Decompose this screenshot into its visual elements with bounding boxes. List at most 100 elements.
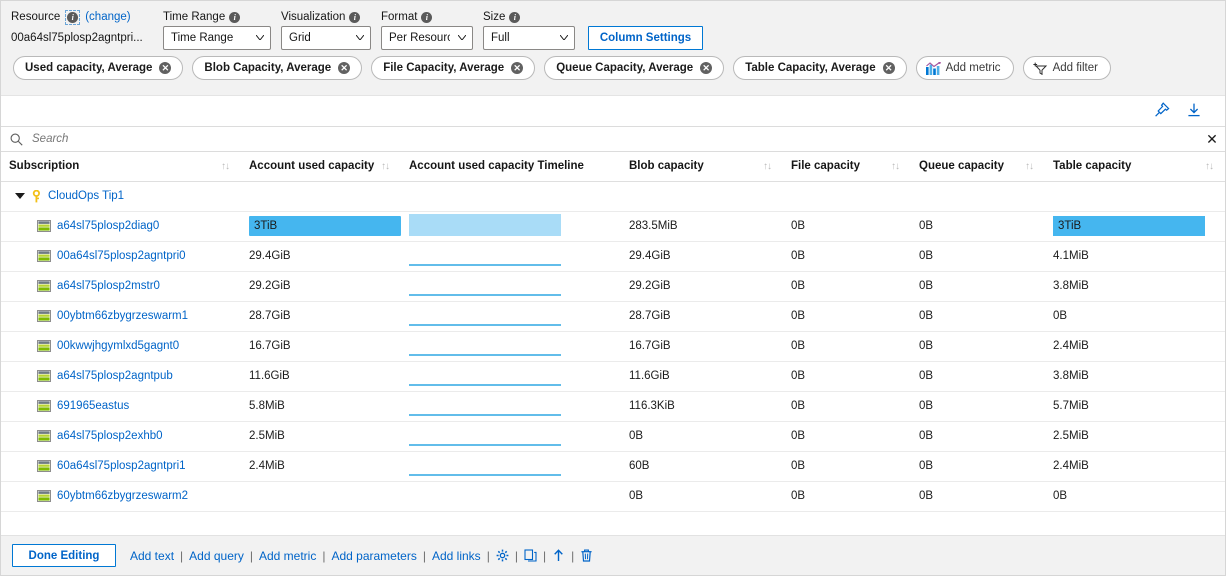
move-up-icon[interactable] — [552, 549, 565, 562]
add-metric-link[interactable]: Add metric — [259, 549, 316, 563]
param-resource-title: Resource — [11, 11, 61, 23]
param-visualization-title: Visualization — [281, 11, 346, 23]
info-icon[interactable]: i — [509, 12, 521, 23]
cell-account-name: 00ybtm66zbygrzeswarm1 — [1, 301, 241, 332]
column-header-table-capacity[interactable]: Table capacity ↑↓ — [1045, 152, 1225, 182]
format-select[interactable]: Per Resource — [381, 26, 473, 50]
download-icon[interactable] — [1185, 101, 1207, 123]
size-select[interactable]: Full — [483, 26, 575, 50]
table-capacity-value: 4.1MiB — [1053, 250, 1089, 262]
copy-icon[interactable] — [524, 549, 537, 562]
account-link[interactable]: 00kwwjhgymlxd5gagnt0 — [57, 340, 179, 352]
table-row[interactable]: a64sl75plosp2mstr0 29.2GiB 29.2GiB 0B 0B 3.8M… — [1, 271, 1225, 302]
column-settings-button[interactable]: Column Settings — [588, 26, 703, 50]
add-parameters-link[interactable]: Add parameters — [331, 549, 416, 563]
cell-file-capacity: 0B — [783, 271, 911, 302]
timeline-sparkline — [409, 264, 561, 266]
table-row[interactable]: 60a64sl75plosp2agntpri1 2.4MiB 60B 0B 0B 2.4M… — [1, 451, 1225, 482]
trash-icon[interactable] — [580, 549, 593, 562]
table-row[interactable]: 691965eastus 5.8MiB 116.3KiB 0B 0B 5.7MiB — [1, 391, 1225, 422]
column-header-account-used-capacity[interactable]: Account used capacity ↑↓ — [241, 152, 401, 182]
close-icon[interactable]: ✕ — [159, 62, 172, 74]
search-clear-button[interactable]: ✕ — [1199, 131, 1225, 148]
sort-icon[interactable]: ↑↓ — [891, 161, 900, 172]
column-header-blob-capacity[interactable]: Blob capacity ↑↓ — [621, 152, 783, 182]
cell-file-capacity: 0B — [783, 391, 911, 422]
account-link[interactable]: 00ybtm66zbygrzeswarm1 — [57, 310, 188, 322]
table-row[interactable]: a64sl75plosp2diag0 3TiB 283.5MiB 0B 0B 3TiB — [1, 211, 1225, 242]
add-links-link[interactable]: Add links — [432, 549, 481, 563]
param-resource-value[interactable]: 00a64sl75plosp2agntpri... — [11, 26, 151, 50]
group-row-cloudops-tip1[interactable]: CloudOps Tip1 — [1, 181, 1225, 212]
column-header-queue-capacity[interactable]: Queue capacity ↑↓ — [911, 152, 1045, 182]
account-link[interactable]: 691965eastus — [57, 400, 129, 412]
info-icon[interactable]: i — [229, 12, 241, 23]
table-row[interactable]: 00kwwjhgymlxd5gagnt0 16.7GiB 16.7GiB 0B 0B 2.… — [1, 331, 1225, 362]
account-link[interactable]: a64sl75plosp2diag0 — [57, 220, 159, 232]
workbook-panel: Resource i (change) 00a64sl75plosp2agntp… — [0, 0, 1226, 576]
sort-icon[interactable]: ↑↓ — [1025, 161, 1034, 172]
param-size: Size i Full — [483, 9, 575, 50]
sort-icon[interactable]: ↑↓ — [221, 161, 230, 172]
pill-label: File Capacity, Average — [383, 62, 505, 74]
sort-icon[interactable]: ↑↓ — [381, 161, 390, 172]
column-header-account-used-capacity-timeline[interactable]: Account used capacity Timeline — [401, 152, 621, 182]
add-text-link[interactable]: Add text — [130, 549, 174, 563]
file-capacity-value: 0B — [791, 430, 806, 442]
account-link[interactable]: a64sl75plosp2agntpub — [57, 370, 173, 382]
used-capacity-value: 3TiB — [254, 220, 278, 232]
pill-blob-capacity[interactable]: Blob Capacity, Average ✕ — [192, 56, 363, 80]
cell-blob-capacity: 11.6GiB — [621, 361, 783, 392]
resource-change-link[interactable]: (change) — [85, 9, 130, 26]
table-row[interactable]: a64sl75plosp2exhb0 2.5MiB 0B 0B 0B 2.5MiB — [1, 421, 1225, 452]
table-row[interactable]: 00a64sl75plosp2agntpri0 29.4GiB 29.4GiB 0B 0… — [1, 241, 1225, 272]
time-range-select[interactable]: Time Range — [163, 26, 271, 50]
add-query-link[interactable]: Add query — [189, 549, 244, 563]
add-metric-button[interactable]: Add metric — [915, 56, 1014, 80]
timeline-sparkline — [409, 414, 561, 416]
table-row[interactable]: 00ybtm66zbygrzeswarm1 28.7GiB 28.7GiB 0B 0B 0… — [1, 301, 1225, 332]
info-icon[interactable]: i — [421, 12, 433, 23]
table-row[interactable]: a64sl75plosp2agntpub 11.6GiB 11.6GiB 0B 0B 3.… — [1, 361, 1225, 392]
close-icon[interactable]: ✕ — [511, 62, 524, 74]
cell-account-used-capacity-timeline — [401, 481, 621, 512]
account-link[interactable]: a64sl75plosp2exhb0 — [57, 430, 163, 442]
column-label: Table capacity — [1053, 160, 1132, 173]
timeline-wrap — [409, 483, 621, 509]
account-link[interactable]: a64sl75plosp2mstr0 — [57, 280, 160, 292]
search-input[interactable] — [30, 132, 1199, 146]
account-link[interactable]: 00a64sl75plosp2agntpri0 — [57, 250, 186, 262]
blob-capacity-value: 29.2GiB — [629, 280, 671, 292]
cell-account-used-capacity: 16.7GiB — [241, 331, 401, 362]
queue-capacity-value: 0B — [919, 370, 934, 382]
close-icon[interactable]: ✕ — [882, 62, 895, 74]
pill-queue-capacity[interactable]: Queue Capacity, Average ✕ — [544, 56, 725, 80]
add-filter-button[interactable]: Add filter — [1022, 56, 1111, 80]
close-icon[interactable]: ✕ — [338, 62, 351, 74]
gear-icon[interactable] — [496, 549, 509, 562]
storage-account-icon — [37, 310, 51, 322]
pill-table-capacity[interactable]: Table Capacity, Average ✕ — [733, 56, 907, 80]
info-icon[interactable]: i — [67, 12, 79, 23]
param-format-title: Format — [381, 11, 418, 23]
account-link[interactable]: 60a64sl75plosp2agntpri1 — [57, 460, 186, 472]
info-icon[interactable]: i — [349, 12, 361, 23]
chevron-down-icon[interactable] — [15, 193, 25, 199]
sort-icon[interactable]: ↑↓ — [1205, 161, 1214, 172]
close-icon[interactable]: ✕ — [700, 62, 713, 74]
timeline-bar — [409, 214, 561, 236]
pin-icon[interactable] — [1153, 101, 1175, 123]
column-header-subscription[interactable]: Subscription ↑↓ — [1, 152, 241, 182]
group-row-label[interactable]: CloudOps Tip1 — [48, 190, 124, 202]
account-link[interactable]: 60ybtm66zbygrzeswarm2 — [57, 490, 188, 502]
pill-file-capacity[interactable]: File Capacity, Average ✕ — [371, 56, 536, 80]
table-capacity-value: 2.4MiB — [1053, 340, 1089, 352]
column-header-file-capacity[interactable]: File capacity ↑↓ — [783, 152, 911, 182]
pill-used-capacity[interactable]: Used capacity, Average ✕ — [13, 56, 184, 80]
storage-account-icon — [37, 430, 51, 442]
sort-icon[interactable]: ↑↓ — [763, 161, 772, 172]
done-editing-button[interactable]: Done Editing — [12, 544, 116, 567]
blob-capacity-value: 16.7GiB — [629, 340, 671, 352]
table-row[interactable]: 60ybtm66zbygrzeswarm2 0B 0B 0B 0B — [1, 481, 1225, 512]
visualization-select[interactable]: Grid — [281, 26, 371, 50]
